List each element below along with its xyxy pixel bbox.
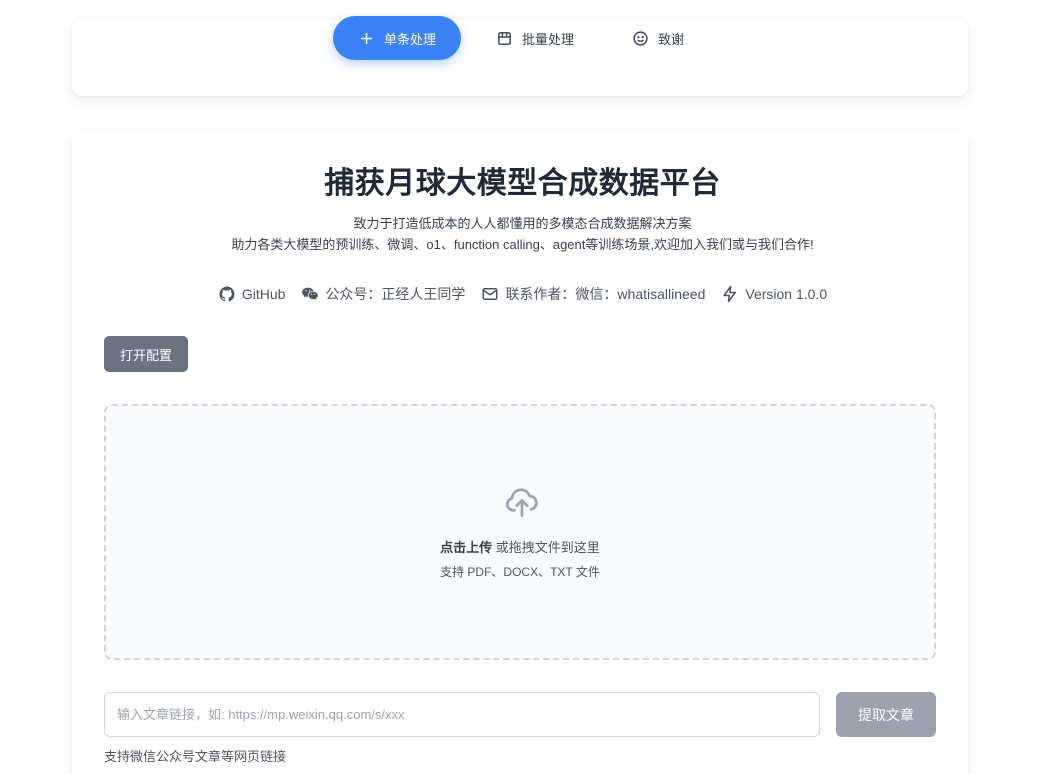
version-label: Version 1.0.0 bbox=[745, 286, 828, 302]
contact-label: 联系作者：微信：whatisallineed bbox=[505, 286, 706, 302]
dropzone-strong-text: 点击上传 bbox=[440, 540, 493, 555]
open-config-button[interactable]: 打开配置 bbox=[104, 336, 188, 372]
info-links: GitHub 公众号：正经人王同学 联系作者：微信：whatisallineed… bbox=[0, 284, 1045, 304]
nav-single-process[interactable]: 单条处理 bbox=[333, 16, 461, 60]
wechat-icon bbox=[302, 287, 319, 300]
github-icon bbox=[219, 286, 235, 302]
github-label: GitHub bbox=[241, 286, 286, 302]
extract-article-button[interactable]: 提取文章 bbox=[836, 692, 936, 737]
calendar-icon bbox=[498, 31, 511, 45]
nav-thanks-label: 致谢 bbox=[657, 31, 684, 47]
dropzone-text: 点击上传 或拖拽文件到这里 bbox=[106, 537, 934, 556]
page-subtitle-line1: 致力于打造低成本的人人都懂用的多模态合成数据解决方案 bbox=[353, 216, 692, 231]
github-link[interactable]: GitHub bbox=[218, 285, 286, 303]
file-dropzone[interactable]: 点击上传 或拖拽文件到这里 支持 PDF、DOCX、TXT 文件 bbox=[104, 404, 936, 660]
nav-single-process-label: 单条处理 bbox=[383, 31, 436, 47]
nav-batch-process[interactable]: 批量处理 bbox=[482, 16, 588, 60]
dropzone-hint: 支持 PDF、DOCX、TXT 文件 bbox=[440, 565, 600, 579]
plus-icon bbox=[360, 32, 373, 44]
nav-batch-process-label: 批量处理 bbox=[521, 31, 574, 47]
nav-thanks[interactable]: 致谢 bbox=[618, 16, 698, 60]
page-subtitle-line2: 助力各类大模型的预训练、微调、o1、function calling、agent… bbox=[231, 237, 814, 252]
page-title: 捕获月球大模型合成数据平台 bbox=[324, 167, 721, 200]
smile-icon bbox=[633, 30, 648, 46]
wechat-label: 公众号：正经人王同学 bbox=[325, 286, 466, 302]
article-url-input[interactable] bbox=[104, 692, 820, 737]
contact-link[interactable]: 联系作者：微信：whatisallineed bbox=[481, 284, 705, 304]
wechat-link[interactable]: 公众号：正经人王同学 bbox=[301, 284, 465, 304]
cloud-upload-icon bbox=[505, 488, 538, 517]
mail-icon bbox=[482, 288, 498, 300]
url-hint: 支持微信公众号文章等网页链接 bbox=[104, 749, 287, 764]
version-info: Version 1.0.0 bbox=[721, 285, 827, 303]
lightning-icon bbox=[723, 285, 737, 303]
dropzone-rest-text: 或拖拽文件到这里 bbox=[492, 540, 600, 555]
